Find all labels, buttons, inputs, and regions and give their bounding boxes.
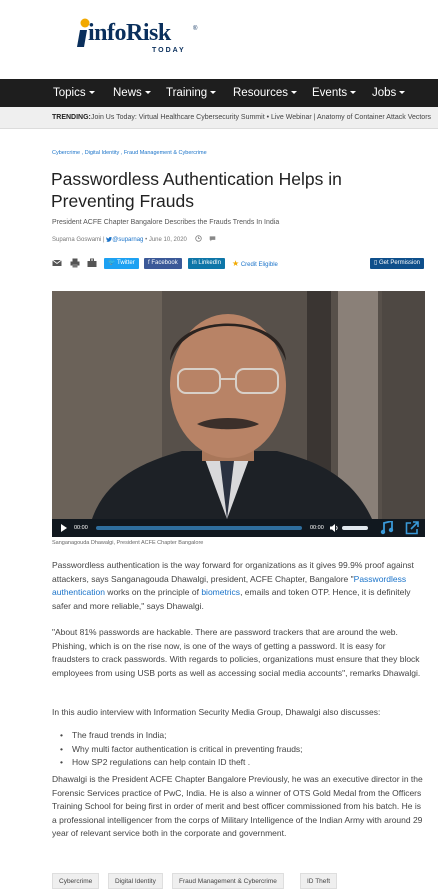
share-toolbar: 🐦 Twitter f Facebook in LinkedIn ★ Credi… (52, 257, 424, 271)
author-name[interactable]: Suparna Goswami (52, 237, 101, 243)
logo-subtext: TODAY (152, 47, 186, 54)
media-caption: Sanganagouda Dhawalgi, President ACFE Ch… (52, 540, 204, 546)
twitter-label: Twitter (117, 260, 135, 266)
biometrics-link[interactable]: biometrics (201, 587, 240, 597)
player-controls: 00:00 00:00 (52, 519, 425, 537)
star-icon: ★ (232, 259, 240, 268)
speaker-portrait-image (52, 291, 425, 519)
list-item: The fraud trends in India; (60, 729, 303, 743)
volume-slider[interactable] (342, 526, 368, 530)
chevron-down-icon (88, 91, 95, 95)
print-icon[interactable] (70, 258, 80, 268)
paragraph-3: In this audio interview with Information… (52, 707, 381, 717)
chevron-down-icon (350, 91, 357, 95)
nav-item-events[interactable]: Events (312, 79, 357, 107)
logo-text: infoRisk (88, 20, 171, 46)
comment-icon[interactable] (209, 235, 216, 242)
credit-label: Credit Eligible (240, 262, 278, 268)
nav-item-training[interactable]: Training (166, 79, 217, 107)
current-time: 00:00 (74, 525, 88, 531)
chevron-down-icon (399, 91, 406, 95)
list-item: Why multi factor authentication is criti… (60, 743, 303, 757)
nav-item-jobs[interactable]: Jobs (372, 79, 406, 107)
nav-label: Events (312, 87, 348, 99)
share-linkedin-button[interactable]: in LinkedIn (188, 258, 226, 269)
progress-bar[interactable] (96, 526, 302, 530)
chevron-down-icon (290, 91, 297, 95)
tag-digital-identity[interactable]: Digital Identity (108, 873, 163, 889)
twitter-icon: 🐦 (108, 260, 118, 266)
registered-mark: ® (193, 26, 198, 32)
share-twitter-button[interactable]: 🐦 Twitter (104, 258, 139, 269)
permission-label: Get Permission (378, 260, 420, 266)
facebook-label: Facebook (151, 260, 178, 266)
article-title: Passwordless Authentication Helps in Pre… (51, 169, 342, 211)
main-nav: Topics News Training Resources Events Jo… (0, 79, 438, 107)
article-subtitle: President ACFE Chapter Bangalore Describ… (52, 219, 280, 226)
get-permission-button[interactable]: ▯ Get Permission (370, 258, 424, 269)
linkedin-label: LinkedIn (198, 260, 222, 266)
paragraph-2: "About 81% passwords are hackable. There… (52, 627, 421, 678)
nav-item-resources[interactable]: Resources (233, 79, 297, 107)
nav-label: Jobs (372, 87, 397, 99)
trending-bar: TRENDING: Join Us Today: Virtual Healthc… (0, 107, 438, 129)
email-icon[interactable] (52, 258, 62, 268)
article-meta: Suparna Goswami | @suparnag • June 10, 2… (52, 235, 216, 243)
discussion-list: The fraud trends in India; Why multi fac… (60, 729, 303, 770)
briefcase-icon[interactable] (87, 258, 97, 268)
tag-fraud-management[interactable]: Fraud Management & Cybercrime (172, 873, 284, 889)
music-note-icon[interactable] (380, 521, 394, 535)
clock-icon (194, 235, 202, 242)
share-facebook-button[interactable]: f Facebook (144, 258, 182, 269)
paragraph-1: Passwordless authentication is the way f… (52, 559, 425, 613)
site-logo[interactable]: infoRisk ® TODAY (76, 18, 216, 58)
tag-cybercrime[interactable]: Cybercrime (52, 873, 100, 889)
list-item: How SP2 regulations can help contain ID … (60, 756, 303, 770)
handle-text: @suparnag (112, 237, 144, 243)
credit-eligible-link[interactable]: ★ Credit Eligible (232, 258, 278, 271)
nav-label: Training (166, 87, 208, 99)
play-icon[interactable] (60, 524, 68, 532)
popout-icon[interactable] (405, 521, 419, 535)
chevron-down-icon (144, 91, 151, 95)
tag-id-theft[interactable]: ID Theft (300, 873, 338, 889)
paragraph-4: Dhawalgi is the President ACFE Chapter B… (52, 774, 423, 838)
volume-icon[interactable] (330, 524, 339, 532)
publish-date: June 10, 2020 (148, 237, 187, 243)
trending-label: TRENDING: (52, 114, 91, 121)
nav-item-news[interactable]: News (113, 79, 151, 107)
nav-label: Resources (233, 87, 288, 99)
duration: 00:00 (310, 525, 324, 531)
nav-item-topics[interactable]: Topics (53, 79, 95, 107)
twitter-handle[interactable]: @suparnag (106, 237, 143, 243)
article-categories[interactable]: Cybercrime , Digital Identity , Fraud Ma… (52, 150, 207, 156)
trending-links[interactable]: Join Us Today: Virtual Healthcare Cybers… (91, 107, 431, 128)
nav-label: News (113, 87, 142, 99)
chevron-down-icon (210, 91, 217, 95)
text: works on the principle of (104, 587, 202, 597)
nav-label: Topics (53, 87, 86, 99)
media-player[interactable]: 00:00 00:00 (52, 291, 425, 537)
